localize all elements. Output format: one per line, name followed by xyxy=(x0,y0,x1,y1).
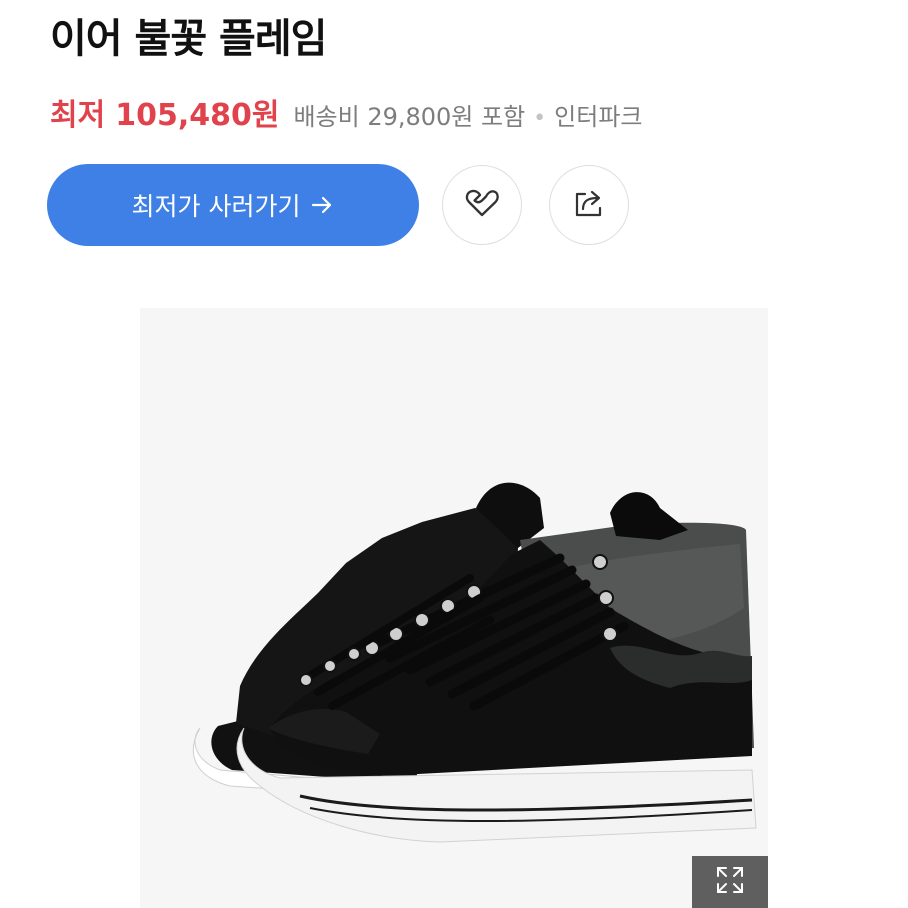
expand-icon xyxy=(713,863,747,901)
seller-name[interactable]: 인터파크 xyxy=(554,97,642,132)
buy-button-label: 최저가 사러가기 xyxy=(131,192,301,221)
arrow-right-icon xyxy=(310,193,334,217)
share-icon xyxy=(569,183,609,227)
sneaker-illustration xyxy=(192,482,757,843)
product-image[interactable] xyxy=(140,308,768,908)
shipping-info: 배송비 29,800원 포함 xyxy=(293,103,526,131)
heart-icon xyxy=(463,184,501,226)
like-button[interactable] xyxy=(442,165,522,245)
lowest-price-value: 105,480원 xyxy=(115,98,280,133)
price-line: 최저 105,480원 배송비 29,800원 포함 • 인터파크 xyxy=(50,90,642,134)
expand-image-button[interactable] xyxy=(692,856,768,908)
share-button[interactable] xyxy=(549,165,629,245)
lowest-price-label: 최저 xyxy=(50,98,106,133)
buy-lowest-price-button[interactable]: 최저가 사러가기 xyxy=(47,164,419,246)
separator-dot: • xyxy=(533,106,547,131)
product-title: 이어 불꽃 플레임 xyxy=(50,16,327,62)
